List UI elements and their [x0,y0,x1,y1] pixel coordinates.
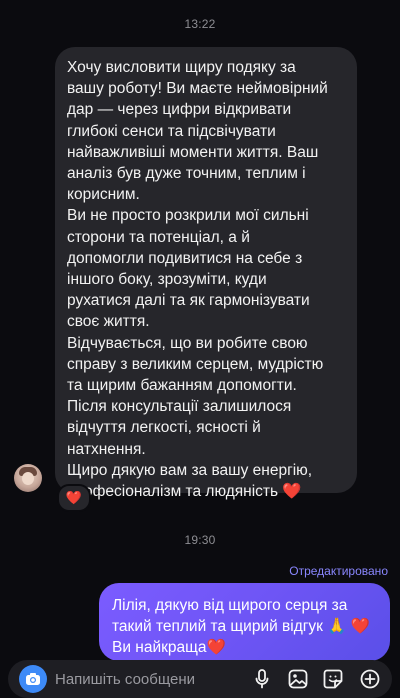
message-composer [8,660,392,698]
sticker-icon [323,669,343,689]
edited-label: Отредактировано [289,564,388,578]
timestamp: 19:30 [184,533,216,547]
add-attachment-button[interactable] [359,668,381,690]
sticker-button[interactable] [322,668,344,690]
plus-icon [360,669,380,689]
gallery-button[interactable] [287,668,309,690]
message-input[interactable] [55,668,195,690]
outgoing-message-bubble[interactable]: Лілія, дякую від щирого серця за такий т… [99,583,390,661]
message-paragraph: Відчувається, що ви робите свою справу з… [67,334,324,458]
camera-button[interactable] [19,665,47,693]
mic-button[interactable] [251,668,273,690]
sender-avatar[interactable] [14,464,42,492]
message-text: Лілія, дякую від щирого серця за такий т… [112,597,371,656]
timestamp: 13:22 [184,17,216,31]
gallery-icon [288,669,308,689]
chat-screen: 13:22 Хочу висловити щиру подяку за вашу… [0,0,400,698]
incoming-message-bubble[interactable]: Хочу висловити щиру подяку за вашу робот… [55,47,357,500]
camera-icon [26,673,40,685]
message-paragraph: Щиро дякую вам за вашу енергію, професіо… [67,461,313,501]
message-paragraph: Хочу висловити щиру подяку за вашу робот… [67,59,328,204]
microphone-icon [255,669,269,689]
heart-icon: ❤️ [65,490,83,505]
message-paragraph: Ви не просто розкрили мої сильні сторони… [67,207,310,331]
heart-reaction-badge[interactable]: ❤️ [57,484,91,512]
